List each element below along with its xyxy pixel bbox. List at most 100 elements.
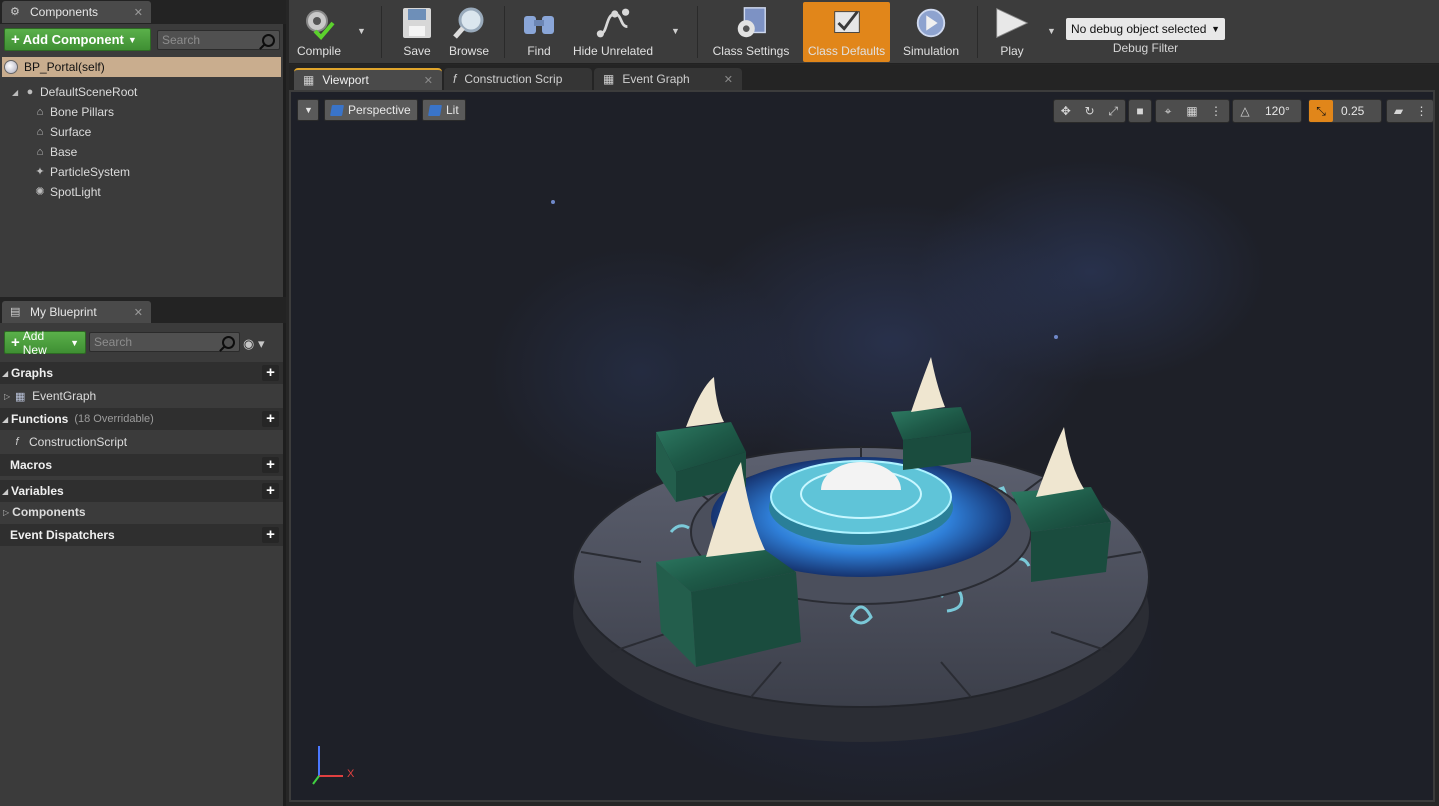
coordinate-system-button[interactable]: ■ [1128, 99, 1152, 123]
class-settings-button[interactable]: Class Settings [709, 2, 793, 62]
collapse-arrow-icon[interactable]: ◢ [2, 415, 8, 424]
section-event-dispatchers[interactable]: Event Dispatchers + [0, 524, 283, 546]
add-event-dispatcher-button[interactable]: + [262, 527, 279, 543]
my-blueprint-search-input[interactable]: Search [89, 332, 240, 352]
find-button[interactable]: Find [517, 2, 561, 62]
toolbar-divider [504, 6, 505, 58]
list-item-components[interactable]: ▷ Components [0, 501, 283, 523]
tree-item-label: DefaultSceneRoot [40, 85, 138, 99]
expand-arrow-icon[interactable]: ◢ [12, 88, 20, 97]
tree-item-bone-pillars[interactable]: ⌂ Bone Pillars [34, 102, 114, 122]
function-icon: f [15, 436, 19, 448]
rotation-snap-value[interactable]: 120° [1257, 104, 1298, 118]
components-search-input[interactable]: Search [157, 30, 280, 50]
self-component-row[interactable]: BP_Portal(self) [2, 57, 281, 77]
search-icon [262, 33, 275, 47]
scale-snap-value[interactable]: 0.25 [1333, 104, 1372, 118]
actor-icon [4, 60, 18, 74]
add-new-button[interactable]: + Add New ▼ [4, 329, 86, 357]
world-cube-icon: ■ [1136, 104, 1144, 118]
browse-button[interactable]: Browse [444, 2, 494, 62]
section-functions[interactable]: ◢ Functions (18 Overridable) + [0, 408, 283, 430]
expand-arrow-icon[interactable]: ▷ [3, 508, 9, 517]
surface-snap-icon[interactable]: ⌖ [1156, 100, 1180, 122]
class-defaults-icon [829, 4, 865, 42]
magnifier-icon [451, 4, 487, 42]
simulation-button[interactable]: Simulation [899, 2, 963, 62]
tree-item-label: Surface [50, 125, 92, 139]
spotlight-icon: ✺ [35, 186, 45, 198]
tree-item-defaultsceneroot[interactable]: ◢ ● DefaultSceneRoot [12, 82, 137, 102]
section-label: Macros [10, 458, 53, 472]
scale-icon[interactable]: ⤢ [1101, 100, 1125, 122]
my-blueprint-tab[interactable]: ▤ My Blueprint ✕ [2, 301, 151, 323]
scale-snap-icon[interactable]: ⤡ [1309, 100, 1333, 122]
debug-object-select[interactable]: No debug object selected ▼ [1066, 18, 1225, 40]
collapse-arrow-icon[interactable]: ◢ [2, 369, 8, 378]
viewport-options-button[interactable]: ▼ [297, 99, 319, 121]
view-options-eye-icon[interactable]: ◉ ▾ [243, 336, 275, 351]
overridable-count: (18 Overridable) [74, 413, 154, 425]
add-component-button[interactable]: + Add Component ▼ [4, 28, 151, 51]
particle-icon: ✦ [35, 166, 45, 178]
class-settings-label: Class Settings [712, 44, 790, 58]
lit-button[interactable]: Lit [422, 99, 466, 121]
tab-label: Viewport [322, 73, 369, 87]
tree-item-spotlight[interactable]: ✺ SpotLight [34, 182, 100, 202]
components-tab[interactable]: ⚙ Components ✕ [2, 1, 151, 23]
add-variable-button[interactable]: + [262, 483, 279, 499]
rotation-snap-icon[interactable]: △ [1233, 100, 1257, 122]
close-icon[interactable]: ✕ [424, 74, 433, 87]
search-placeholder: Search [162, 33, 201, 47]
function-icon: f [453, 72, 457, 86]
close-icon[interactable]: ✕ [724, 73, 733, 86]
class-defaults-button[interactable]: Class Defaults [803, 2, 890, 62]
camera-speed-value-icon[interactable]: ⋮ [1410, 100, 1433, 122]
tab-event-graph[interactable]: ▦ Event Graph ✕ [594, 68, 742, 90]
perspective-button[interactable]: Perspective [324, 99, 418, 121]
grid-snap-group: ⌖ ▦ ⋮ [1155, 99, 1230, 123]
section-label: Event Dispatchers [10, 528, 115, 542]
add-component-label: Add Component [22, 32, 124, 47]
add-graph-button[interactable]: + [262, 365, 279, 381]
tree-item-base[interactable]: ⌂ Base [34, 142, 78, 162]
close-icon[interactable]: ✕ [134, 306, 143, 319]
section-graphs[interactable]: ◢ Graphs + [0, 362, 283, 384]
class-defaults-label: Class Defaults [807, 44, 886, 58]
hide-unrelated-button[interactable]: Hide Unrelated [571, 2, 655, 62]
play-button[interactable]: Play [989, 2, 1035, 62]
add-macro-button[interactable]: + [262, 457, 279, 473]
save-button[interactable]: Save [393, 2, 441, 62]
tree-item-surface[interactable]: ⌂ Surface [34, 122, 92, 142]
section-label: Functions [11, 412, 69, 426]
search-placeholder: Search [94, 335, 133, 349]
list-item-label: ConstructionScript [29, 435, 128, 449]
section-macros[interactable]: Macros + [0, 454, 283, 476]
perspective-label: Perspective [348, 103, 411, 117]
play-options-chevron-icon[interactable]: ▼ [1047, 26, 1056, 36]
hide-unrelated-chevron-icon[interactable]: ▼ [671, 26, 680, 36]
camera-speed-icon[interactable]: ▰ [1387, 100, 1410, 122]
collapse-arrow-icon[interactable]: ◢ [2, 487, 8, 496]
add-function-button[interactable]: + [262, 411, 279, 427]
tab-viewport[interactable]: ▦ Viewport ✕ [294, 68, 442, 90]
section-variables[interactable]: ◢ Variables + [0, 480, 283, 502]
compile-button[interactable]: Compile [293, 2, 345, 62]
list-item-constructionscript[interactable]: f ConstructionScript [0, 431, 283, 453]
play-icon [994, 4, 1030, 42]
compile-options-chevron-icon[interactable]: ▼ [357, 26, 366, 36]
expand-arrow-icon[interactable]: ▷ [4, 392, 10, 401]
scene-root-icon: ● [26, 86, 34, 98]
section-label: Graphs [11, 366, 54, 380]
tree-item-particlesystem[interactable]: ✦ ParticleSystem [34, 162, 130, 182]
close-icon[interactable]: ✕ [134, 6, 143, 19]
translate-icon[interactable]: ✥ [1054, 100, 1078, 122]
list-item-eventgraph[interactable]: ▷ ▦ EventGraph [0, 385, 283, 407]
rotate-icon[interactable]: ↻ [1078, 100, 1102, 122]
mesh-icon: ⌂ [36, 126, 44, 138]
grid-snap-icon[interactable]: ▦ [1180, 100, 1204, 122]
tab-construction-script[interactable]: f Construction Scrip [444, 68, 592, 90]
viewport[interactable]: ▼ Perspective Lit ✥ ↻ ⤢ ■ ⌖ ▦ ⋮ △ 120° ⤡… [289, 90, 1435, 802]
grid-snap-value-icon[interactable]: ⋮ [1204, 100, 1228, 122]
mesh-icon: ⌂ [36, 106, 44, 118]
